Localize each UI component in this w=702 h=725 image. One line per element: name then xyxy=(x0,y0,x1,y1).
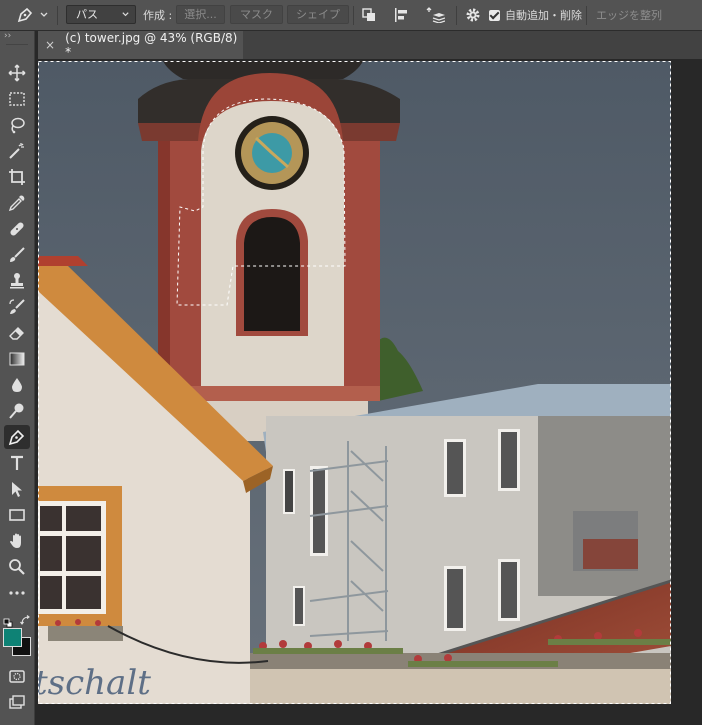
hand-icon xyxy=(10,533,21,548)
history-brush-icon xyxy=(9,299,25,314)
pen-icon xyxy=(8,429,25,446)
brush-icon xyxy=(10,247,25,262)
brush-tool[interactable] xyxy=(4,243,30,267)
dodge-icon xyxy=(9,403,24,419)
foreground-color[interactable] xyxy=(3,628,22,647)
path-operations-icon xyxy=(362,8,375,21)
healing-brush-tool[interactable] xyxy=(4,217,30,241)
eyedropper-icon xyxy=(8,195,25,212)
document-tab-bar: × (c) tower.jpg @ 43% (RGB/8) * xyxy=(38,31,702,59)
bandage-icon xyxy=(10,222,24,236)
rectangle-tool[interactable] xyxy=(4,503,30,527)
swap-arrows-icon xyxy=(20,615,30,625)
quick-mask[interactable] xyxy=(4,664,30,688)
auto-add-delete-checkbox[interactable]: 自動追加・削除 xyxy=(489,0,582,30)
path-arrangement-icon xyxy=(426,7,445,23)
tool-preset-picker[interactable] xyxy=(16,0,49,30)
path-operations-button[interactable] xyxy=(361,0,377,30)
path-alignment-icon xyxy=(395,8,407,22)
separator xyxy=(353,6,354,25)
magnifier-icon xyxy=(9,559,25,575)
blur-tool[interactable] xyxy=(4,373,30,397)
wall-lettering: tschalt xyxy=(38,663,151,703)
default-colors-icon xyxy=(3,618,13,628)
separator xyxy=(57,6,58,25)
make-shape-button[interactable]: シェイプ xyxy=(287,5,349,24)
close-tab-icon[interactable]: × xyxy=(45,38,55,52)
crop-tool[interactable] xyxy=(4,165,30,189)
move-tool[interactable] xyxy=(4,61,30,85)
marquee-icon xyxy=(9,92,25,106)
pen-tool[interactable] xyxy=(4,425,30,449)
more-dots-icon xyxy=(9,591,25,595)
move-icon xyxy=(8,64,26,82)
screen-mode[interactable] xyxy=(4,690,30,714)
hand-tool[interactable] xyxy=(4,529,30,553)
eraser-tool[interactable] xyxy=(4,321,30,345)
crop-icon xyxy=(9,169,25,185)
document-canvas[interactable]: tschalt xyxy=(38,61,671,704)
chevron-down-icon xyxy=(122,12,129,17)
lasso-tool[interactable] xyxy=(4,113,30,137)
separator xyxy=(586,6,587,25)
options-bar: パス 作成 : 選択... マスク シェイプ 自動追加・削除 エッジを整列 xyxy=(0,0,702,31)
path-arrangement-button[interactable] xyxy=(425,0,445,30)
clone-stamp-tool[interactable] xyxy=(4,269,30,293)
stamp-icon xyxy=(10,273,24,289)
path-selection-tool[interactable] xyxy=(4,477,30,501)
auto-add-delete-label: 自動追加・削除 xyxy=(505,9,582,22)
collapse-toolbar-button[interactable]: ›› xyxy=(4,31,11,41)
eraser-icon xyxy=(9,327,24,340)
droplet-icon xyxy=(12,378,22,392)
gradient-icon xyxy=(9,352,25,366)
settings-button[interactable] xyxy=(465,0,481,30)
quick-mask-icon xyxy=(9,670,25,683)
make-selection-button[interactable]: 選択... xyxy=(176,5,225,24)
screen-mode-icon xyxy=(9,695,25,709)
document-title: (c) tower.jpg @ 43% (RGB/8) * xyxy=(65,31,238,59)
rectangle-icon xyxy=(9,509,25,521)
eyedropper-tool[interactable] xyxy=(4,191,30,215)
swap-colors[interactable] xyxy=(20,611,30,625)
make-label: 作成 : xyxy=(143,9,173,22)
path-alignment-button[interactable] xyxy=(393,0,411,30)
rectangular-marquee-tool[interactable] xyxy=(4,87,30,111)
make-mask-button[interactable]: マスク xyxy=(230,5,283,24)
edit-toolbar[interactable] xyxy=(4,581,30,605)
document-tab[interactable]: × (c) tower.jpg @ 43% (RGB/8) * xyxy=(38,31,243,59)
magic-wand-tool[interactable] xyxy=(4,139,30,163)
dodge-tool[interactable] xyxy=(4,399,30,423)
history-brush-tool[interactable] xyxy=(4,295,30,319)
mode-select[interactable]: パス xyxy=(66,5,136,24)
chevron-down-icon xyxy=(40,12,48,17)
zoom-tool[interactable] xyxy=(4,555,30,579)
separator xyxy=(456,6,457,25)
align-edges-label[interactable]: エッジを整列 xyxy=(596,0,662,30)
default-colors[interactable] xyxy=(3,613,13,628)
tools-panel: ›› xyxy=(0,31,35,725)
checkbox-checked-icon xyxy=(489,9,500,21)
magic-wand-icon xyxy=(9,143,24,159)
mode-select-value: パス xyxy=(76,8,98,21)
type-icon xyxy=(11,455,23,470)
type-tool[interactable] xyxy=(4,451,30,475)
arrow-pointer-icon xyxy=(12,482,22,497)
toolbar-divider xyxy=(6,44,28,45)
lasso-icon xyxy=(11,117,25,134)
pen-icon xyxy=(17,7,33,23)
gradient-tool[interactable] xyxy=(4,347,30,371)
gear-icon xyxy=(466,8,480,22)
